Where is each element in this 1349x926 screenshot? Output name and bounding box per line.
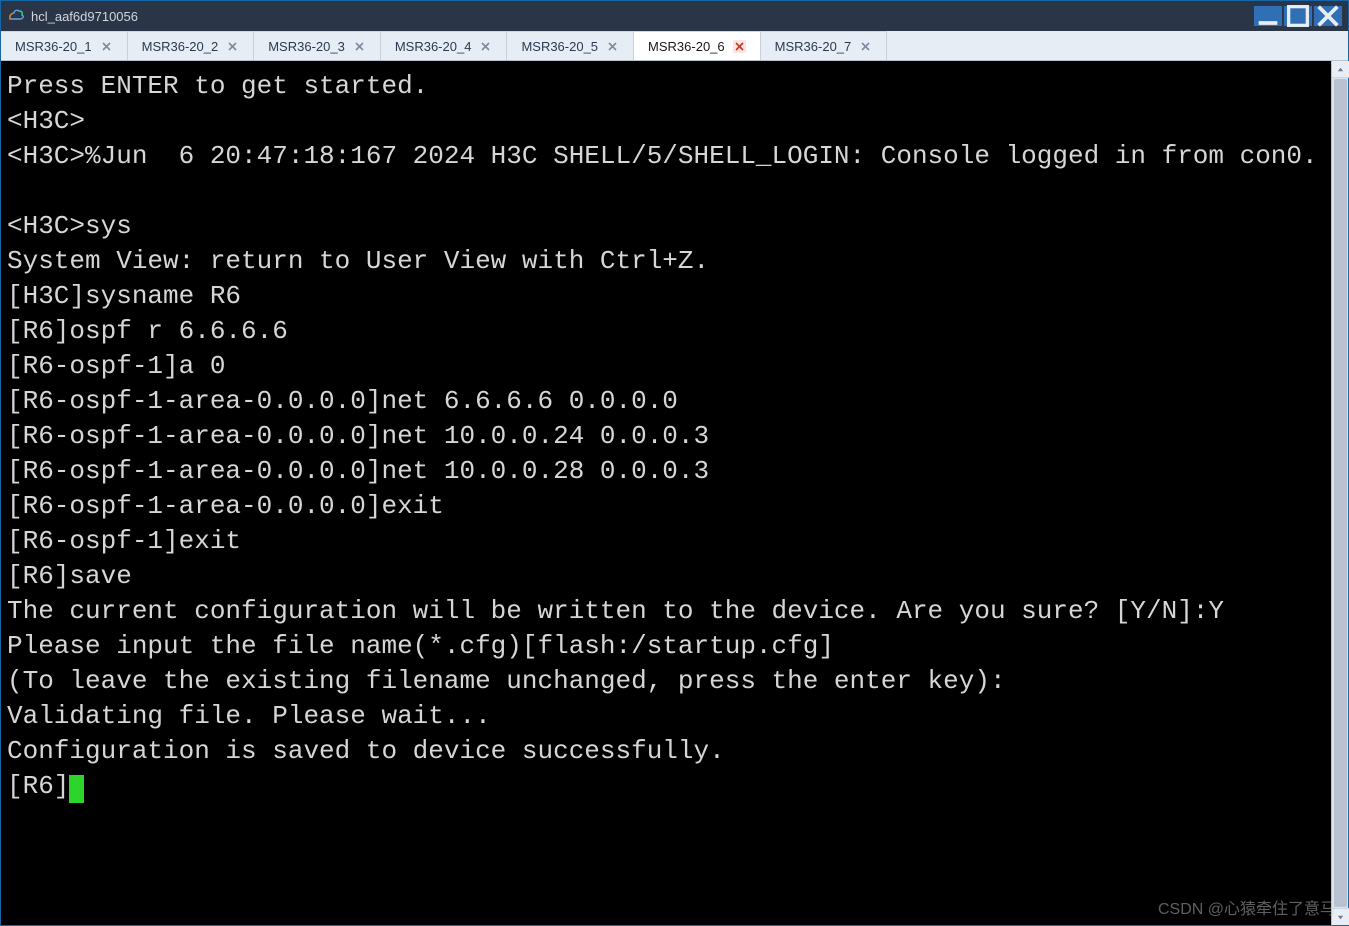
terminal-line: System View: return to User View with Ct… [7, 244, 1325, 279]
terminal-line: Configuration is saved to device success… [7, 734, 1325, 769]
app-logo-icon [7, 7, 25, 25]
tab-label: MSR36-20_5 [521, 39, 598, 54]
terminal-prompt: [R6] [7, 771, 69, 801]
tab-label: MSR36-20_4 [395, 39, 472, 54]
tab-label: MSR36-20_1 [15, 39, 92, 54]
tab-MSR36-20_6[interactable]: MSR36-20_6 [634, 31, 761, 60]
scrollbar-up-button[interactable] [1332, 61, 1349, 78]
terminal-line: [R6]save [7, 559, 1325, 594]
terminal-line: Validating file. Please wait... [7, 699, 1325, 734]
tab-close-icon[interactable] [353, 40, 366, 53]
tab-MSR36-20_7[interactable]: MSR36-20_7 [761, 31, 888, 60]
terminal-line: [R6-ospf-1-area-0.0.0.0]exit [7, 489, 1325, 524]
terminal-line: [R6-ospf-1]exit [7, 524, 1325, 559]
terminal-wrap: Press ENTER to get started.<H3C><H3C>%Ju… [1, 61, 1348, 925]
vertical-scrollbar[interactable] [1331, 61, 1348, 925]
titlebar: hcl_aaf6d9710056 [1, 1, 1348, 31]
tab-label: MSR36-20_3 [268, 39, 345, 54]
tab-label: MSR36-20_2 [142, 39, 219, 54]
terminal-line: [H3C]sysname R6 [7, 279, 1325, 314]
tab-MSR36-20_4[interactable]: MSR36-20_4 [381, 31, 508, 60]
terminal-line: [R6-ospf-1-area-0.0.0.0]net 10.0.0.28 0.… [7, 454, 1325, 489]
tab-label: MSR36-20_6 [648, 39, 725, 54]
scrollbar-thumb[interactable] [1334, 79, 1347, 907]
terminal-line: <H3C> [7, 104, 1325, 139]
tab-MSR36-20_1[interactable]: MSR36-20_1 [1, 31, 128, 60]
app-window: hcl_aaf6d9710056 MSR36-20_1MSR36-20_2MSR… [0, 0, 1349, 926]
tab-close-icon[interactable] [100, 40, 113, 53]
terminal-cursor [69, 775, 84, 803]
terminal-line: [R6-ospf-1-area-0.0.0.0]net 6.6.6.6 0.0.… [7, 384, 1325, 419]
close-button[interactable] [1314, 6, 1342, 26]
maximize-button[interactable] [1284, 6, 1312, 26]
tab-MSR36-20_3[interactable]: MSR36-20_3 [254, 31, 381, 60]
terminal-prompt-line: [R6] [7, 769, 1325, 804]
terminal-line: [R6-ospf-1]a 0 [7, 349, 1325, 384]
tab-close-icon[interactable] [226, 40, 239, 53]
minimize-button[interactable] [1254, 6, 1282, 26]
tab-close-icon[interactable] [606, 40, 619, 53]
terminal-line: [R6]ospf r 6.6.6.6 [7, 314, 1325, 349]
tab-bar: MSR36-20_1 MSR36-20_2 MSR36-20_3 MSR36-20_4… [1, 31, 1348, 61]
tab-close-icon[interactable] [479, 40, 492, 53]
terminal-line: [R6-ospf-1-area-0.0.0.0]net 10.0.0.24 0.… [7, 419, 1325, 454]
terminal-line [7, 174, 1325, 209]
terminal-line: Press ENTER to get started. [7, 69, 1325, 104]
terminal-line: (To leave the existing filename unchange… [7, 664, 1325, 699]
terminal[interactable]: Press ENTER to get started.<H3C><H3C>%Ju… [1, 61, 1331, 925]
terminal-line: The current configuration will be writte… [7, 594, 1325, 629]
tab-label: MSR36-20_7 [775, 39, 852, 54]
terminal-line: <H3C>sys [7, 209, 1325, 244]
terminal-line: <H3C>%Jun 6 20:47:18:167 2024 H3C SHELL/… [7, 139, 1325, 174]
window-title: hcl_aaf6d9710056 [31, 9, 138, 24]
tab-MSR36-20_2[interactable]: MSR36-20_2 [128, 31, 255, 60]
tab-close-icon[interactable] [859, 40, 872, 53]
terminal-line: Please input the file name(*.cfg)[flash:… [7, 629, 1325, 664]
scrollbar-down-button[interactable] [1332, 908, 1349, 925]
tab-MSR36-20_5[interactable]: MSR36-20_5 [507, 31, 634, 60]
tab-close-icon[interactable] [733, 40, 746, 53]
